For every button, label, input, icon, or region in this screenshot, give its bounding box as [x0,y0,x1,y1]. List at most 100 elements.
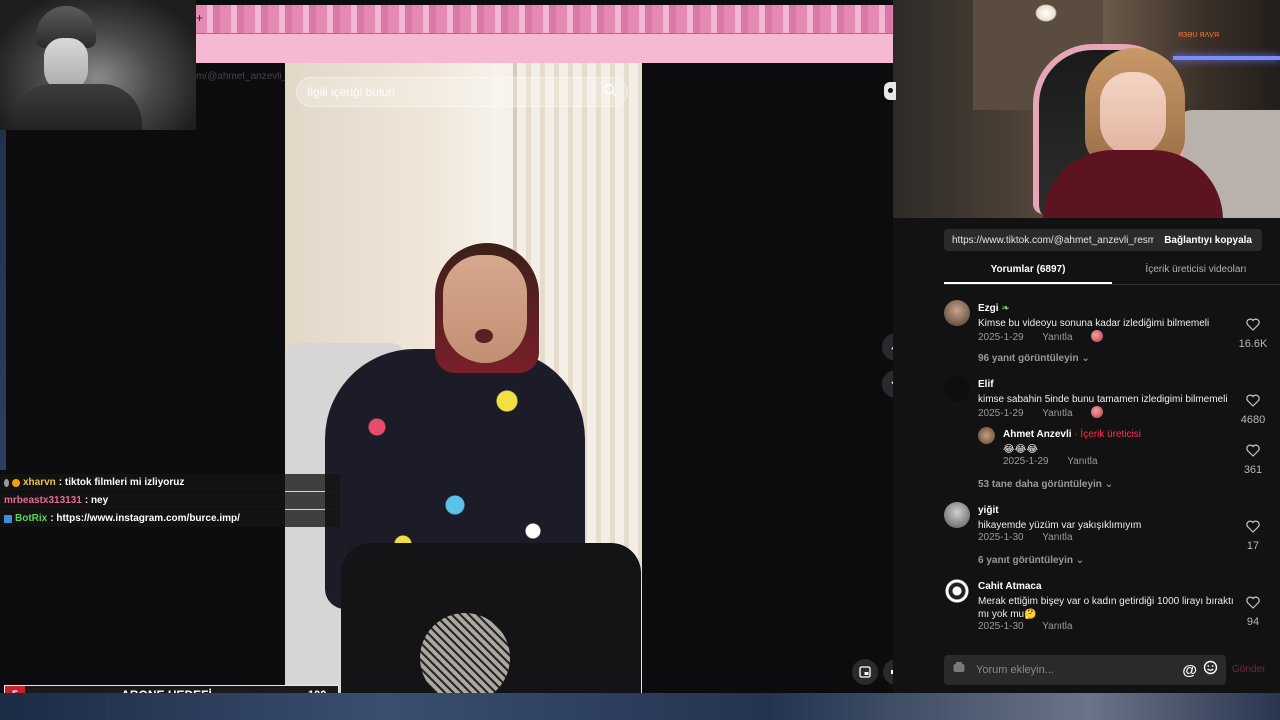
pip-icon [859,666,871,678]
comment-list[interactable]: Ezgi ❧ Kimse bu videoyu sonuna kadar izl… [944,296,1280,642]
comment-date: 2025-1-30 [978,621,1024,632]
share-link[interactable]: https://www.tiktok.com/@ahmet_anzevli_re… [944,235,1154,246]
comment-text: Kimse bu videoyu sonuna kadar izlediğimi… [978,318,1210,329]
chat-text: : tiktok filmleri mi izliyoruz [58,477,185,488]
pip-button[interactable] [852,659,878,685]
like-count: 361 [1243,464,1263,476]
like-button[interactable]: 361 [1236,444,1270,476]
stream-bottom-background [0,693,1280,720]
leaf-icon: ❧ [1001,303,1010,314]
reaction-icon[interactable] [1091,330,1104,342]
chat-username: xharvn [23,477,56,488]
chat-username: mrbeastx313131 [4,495,82,506]
streamer-webcam: ЯЗƏU ЯΛVЯ [893,0,1280,218]
comment-date: 2025-1-30 [978,532,1024,543]
video-person-mouth [475,329,493,343]
comment-item: Cahit Atmaca Merak ettiğim bişey var o k… [944,576,1280,640]
reply-button[interactable]: Yanıtla [1042,621,1072,632]
like-button[interactable]: 17 [1236,520,1270,552]
avatar[interactable] [944,300,970,326]
like-button[interactable]: 94 [1236,596,1270,628]
comment-username[interactable]: Elif [978,379,994,390]
comment-input[interactable] [976,664,1183,676]
video-person-knee [420,613,510,693]
heart-icon [1246,444,1260,457]
portrait-uniform [12,84,142,130]
chat-message: BotRix : https://www.instagram.com/burce… [0,510,340,527]
comment-text: kimse sabahin 5inde bunu tamamen izledig… [978,394,1228,405]
comment-date: 2025-1-29 [1003,456,1049,467]
tab-creator-videos[interactable]: İçerik üreticisi videoları [1112,259,1280,284]
emoji-picker-icon[interactable] [952,661,966,680]
chat-badge-icon [12,478,20,487]
chevron-down-icon: ⌄ [1075,555,1085,566]
webcam-neon-light [1173,56,1280,60]
comment-item: Ezgi ❧ Kimse bu videoyu sonuna kadar izl… [944,298,1280,370]
tab-comments[interactable]: Yorumlar (6897) [944,259,1112,284]
bot-badge-icon [4,514,12,523]
send-button[interactable]: Gönder [1232,664,1265,675]
reaction-icon[interactable] [1091,406,1104,418]
chat-username: BotRix [15,513,48,524]
video-person-face [443,255,527,363]
reply-button[interactable]: Yanıtla [1067,456,1097,467]
chevron-down-icon: ⌄ [1081,353,1090,364]
address-bar[interactable]: m/@ahmet_anzevli_resmi/video/74650273631… [196,33,893,82]
more-options-icon[interactable] [884,82,896,100]
video-player[interactable] [285,63,642,693]
smile-icon[interactable] [1203,660,1218,680]
heart-icon [1246,596,1260,609]
reply-button[interactable]: Yanıtla [1042,532,1072,543]
like-count: 16.6K [1238,338,1268,350]
comment-meta: 2025-1-29 Yanıtla [978,330,1119,343]
comment-text: hikayemde yüzüm var yakışıklımıyım [978,520,1142,531]
like-button[interactable]: 4680 [1236,394,1270,426]
related-search[interactable] [296,77,628,107]
comment-meta: 2025-1-29 Yanıtla [978,406,1119,419]
chat-badge-icon [4,478,9,487]
share-link-row: https://www.tiktok.com/@ahmet_anzevli_re… [944,229,1262,251]
webcam-lamp [1035,4,1057,22]
comment-username[interactable]: Ezgi ❧ [978,303,1010,314]
webcam-streamer-face [1100,72,1166,156]
comment-date: 2025-1-29 [978,408,1024,419]
like-count: 94 [1246,616,1260,628]
stream-chat: xharvn : tiktok filmleri mi izliyoruz mr… [0,474,340,528]
copy-link-button[interactable]: Bağlantıyı kopyala [1154,235,1262,246]
webcam-tag: ЯЗƏU ЯΛVЯ [1178,32,1220,39]
chat-text: : ney [84,495,109,506]
comment-meta: 2025-1-30 Yanıtla [978,532,1089,543]
view-replies-button[interactable]: 6 yanıt görüntüleyin ⌄ [978,555,1084,566]
reply-button[interactable]: Yanıtla [1042,408,1072,419]
new-tab-button[interactable]: + [196,11,203,25]
creator-badge: · İçerik üreticisi [1074,429,1141,440]
comment-username[interactable]: Cahit Atmaca [978,581,1042,592]
chat-message: mrbeastx313131 : ney [0,492,340,509]
comment-meta: 2025-1-29 Yanıtla [1003,456,1114,467]
heart-icon [1246,394,1260,407]
search-separator [594,84,595,100]
chevron-down-icon: ⌄ [1104,479,1114,490]
view-replies-button[interactable]: 96 yanıt görüntüleyin ⌄ [978,353,1090,364]
reply-button[interactable]: Yanıtla [1042,332,1072,343]
related-search-input[interactable] [307,85,594,99]
comment-item: yiğit hikayemde yüzüm var yakışıklımıyım… [944,500,1280,572]
avatar[interactable] [944,578,970,604]
stream-overlay-edge [0,130,6,470]
chat-text: : https://www.instagram.com/burce.imp/ [50,513,240,524]
view-more-replies-button[interactable]: 53 tane daha görüntüleyin ⌄ [978,479,1113,490]
search-icon[interactable] [603,83,617,102]
avatar[interactable] [944,376,970,402]
comment-username[interactable]: Ahmet Anzevli · İçerik üreticisi [1003,429,1141,440]
creator-reply-item: Ahmet Anzevli · İçerik üreticisi 😂😂😂 202… [944,424,1280,494]
like-button[interactable]: 16.6K [1236,318,1270,350]
comment-composer[interactable]: @ [944,655,1226,685]
avatar[interactable] [944,502,970,528]
chat-message: xharvn : tiktok filmleri mi izliyoruz [0,474,340,491]
mention-icon[interactable]: @ [1182,662,1197,679]
comment-date: 2025-1-29 [978,332,1024,343]
avatar[interactable] [978,427,995,444]
comment-username[interactable]: yiğit [978,505,999,516]
like-count: 17 [1246,540,1260,552]
comment-meta: 2025-1-30 Yanıtla [978,621,1089,632]
